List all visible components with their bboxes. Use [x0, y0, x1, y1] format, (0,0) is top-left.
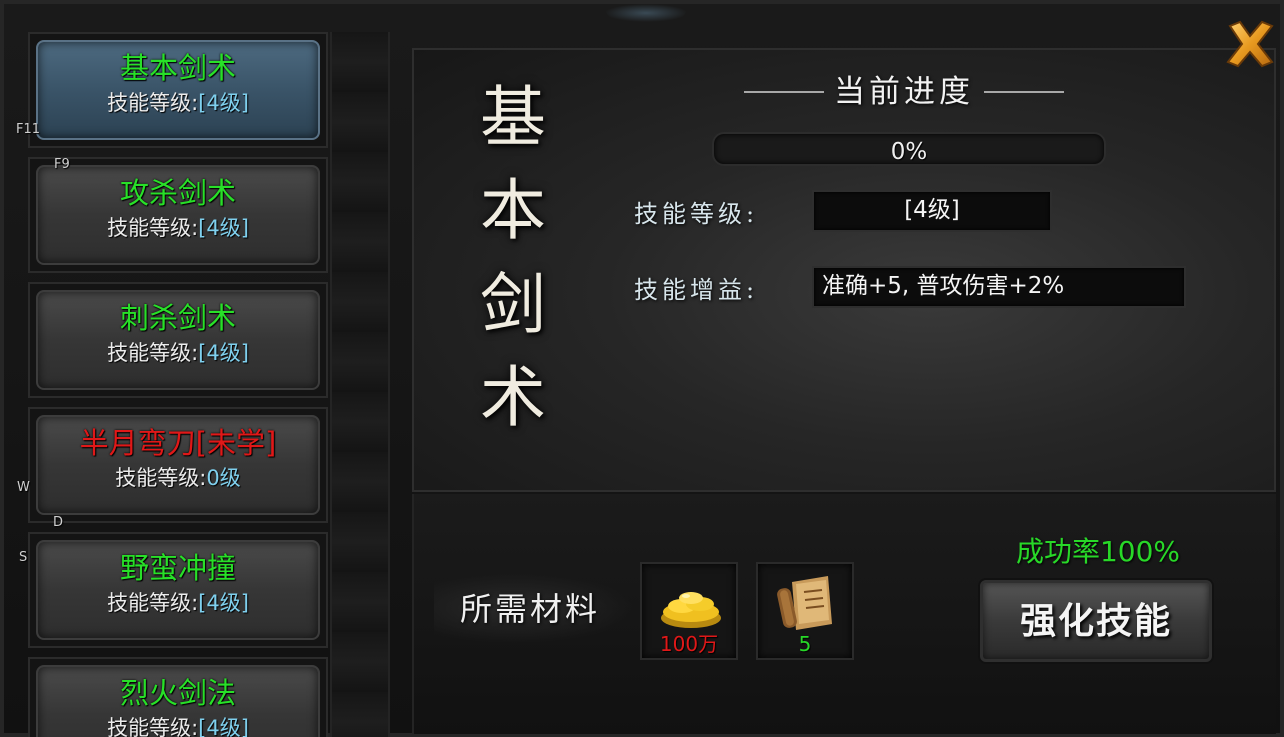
progress-bar: 0%	[712, 132, 1106, 166]
material-slot-gold[interactable]: 100万	[640, 562, 738, 660]
skill-bonus-field-label: 技能增益:	[634, 276, 759, 304]
top-ornament	[604, 4, 688, 22]
progress-heading-text: 当前进度	[834, 74, 974, 110]
skill-level-value: 0级	[206, 466, 241, 490]
skill-card-basic-sword[interactable]: 基本剑术 技能等级:[4级]	[28, 32, 328, 148]
skill-title-char: 本	[480, 172, 546, 250]
skill-level: 技能等级:0级	[38, 463, 318, 493]
skill-level-value: [4级]	[198, 591, 249, 615]
skill-name: 攻杀剑术	[119, 176, 236, 210]
skill-card-half-moon[interactable]: 半月弯刀[未学] 技能等级:0级	[28, 407, 328, 523]
key-hint-w: W	[17, 480, 30, 495]
skill-list[interactable]: 基本剑术 技能等级:[4级] 攻杀剑术 技能等级:[4级] 刺杀剑术 技能等级:…	[12, 28, 328, 737]
skill-level-label: 技能等级:	[115, 466, 207, 490]
success-rate: 成功率100%	[1015, 535, 1181, 568]
skill-level-label: 技能等级:	[107, 216, 199, 240]
skill-window: 基本剑术 技能等级:[4级] 攻杀剑术 技能等级:[4级] 刺杀剑术 技能等级:…	[0, 0, 1284, 737]
close-icon[interactable]	[1222, 16, 1278, 72]
skill-card-fire-sword[interactable]: 烈火剑法 技能等级:[4级]	[28, 657, 328, 737]
enhance-skill-button-label: 强化技能	[1019, 600, 1172, 642]
skill-name: 基本剑术	[119, 51, 236, 85]
gold-coins-icon	[661, 592, 721, 628]
skill-level-field: [4级]	[812, 190, 1052, 232]
skill-card-attack-kill[interactable]: 攻杀剑术 技能等级:[4级]	[28, 157, 328, 273]
skill-name: 刺杀剑术	[119, 301, 236, 335]
scroll-icon	[777, 576, 832, 630]
skill-level: 技能等级:[4级]	[38, 88, 318, 118]
material-quantity: 100万	[659, 632, 719, 656]
skill-level: 技能等级:[4级]	[38, 588, 318, 618]
skill-card-savage-charge[interactable]: 野蛮冲撞 技能等级:[4级]	[28, 532, 328, 648]
skill-title-char: 剑	[480, 265, 546, 343]
skill-bonus-field: 准确+5, 普攻伤害+2%	[812, 266, 1186, 308]
skill-level: 技能等级:[4级]	[38, 713, 318, 737]
key-hint-s: S	[19, 550, 28, 565]
progress-percent: 0%	[890, 139, 928, 165]
skill-name: 烈火剑法	[119, 676, 236, 710]
material-slot-scroll[interactable]: 5	[756, 562, 854, 660]
key-hint-f11: F11	[16, 122, 41, 137]
skill-level-value: [4级]	[198, 716, 249, 737]
skill-level: 技能等级:[4级]	[38, 338, 318, 368]
skill-level-field-label: 技能等级:	[634, 200, 759, 228]
skill-title-char: 术	[480, 358, 546, 436]
skill-name: 野蛮冲撞	[119, 551, 236, 585]
skill-name: 半月弯刀[未学]	[79, 426, 277, 460]
skill-level-value: [4级]	[198, 341, 249, 365]
enhance-skill-button[interactable]: 强化技能	[980, 580, 1212, 662]
skill-level-label: 技能等级:	[107, 716, 199, 737]
skill-level-label: 技能等级:	[107, 341, 199, 365]
key-hint-f9: F9	[54, 157, 70, 172]
skill-level: 技能等级:[4级]	[38, 213, 318, 243]
skill-level-value: [4级]	[198, 216, 249, 240]
skill-level-value: [4级]	[198, 91, 249, 115]
skill-level-label: 技能等级:	[107, 591, 199, 615]
skill-title-char: 基	[480, 79, 546, 156]
materials-label: 所需材料	[434, 572, 634, 644]
key-hint-d: D	[53, 515, 64, 530]
skill-card-thrust[interactable]: 刺杀剑术 技能等级:[4级]	[28, 282, 328, 398]
skill-title-vertical: 基 本 剑 术	[468, 78, 558, 438]
ornamental-divider	[330, 32, 390, 737]
material-quantity: 5	[798, 632, 812, 656]
skill-level-label: 技能等级:	[107, 91, 199, 115]
heading-line-right	[984, 91, 1064, 93]
materials-label-text: 所需材料	[460, 590, 601, 628]
progress-heading: 当前进度	[744, 70, 1064, 114]
heading-line-left	[744, 91, 824, 93]
